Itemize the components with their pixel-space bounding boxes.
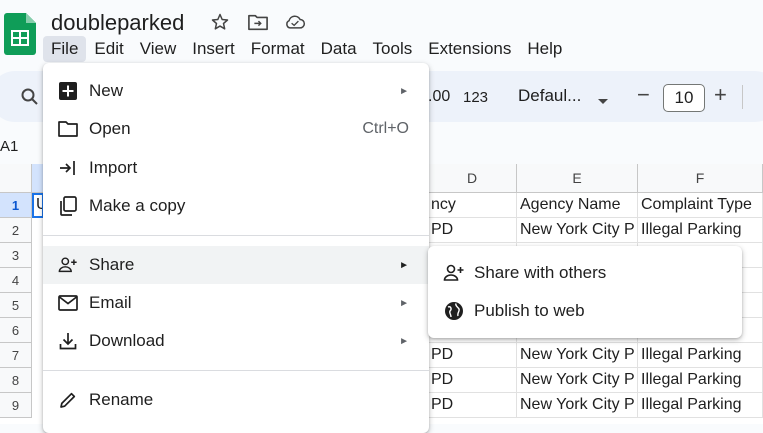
row-header[interactable]: 8 bbox=[0, 368, 32, 393]
menu-item-make-a-copy[interactable]: Make a copy bbox=[43, 187, 429, 225]
submenu-item-publish-to-web[interactable]: Publish to web bbox=[428, 292, 742, 330]
column-header-f[interactable]: F bbox=[638, 164, 763, 193]
row-header[interactable]: 5 bbox=[0, 293, 32, 318]
search-icon[interactable] bbox=[20, 87, 40, 107]
row-header[interactable]: 7 bbox=[0, 343, 32, 368]
submenu-arrow-icon: ► bbox=[399, 85, 409, 97]
row-header[interactable]: 9 bbox=[0, 393, 32, 418]
menu-item-share[interactable]: Share ► bbox=[43, 246, 429, 284]
add-person-icon bbox=[58, 255, 78, 275]
shortcut-label: Ctrl+O bbox=[362, 120, 409, 137]
star-icon[interactable] bbox=[209, 11, 231, 33]
menu-data[interactable]: Data bbox=[313, 36, 365, 62]
table-cell[interactable]: New York City P bbox=[517, 343, 638, 368]
menu-item-label: Rename bbox=[89, 390, 154, 409]
table-cell[interactable]: PD bbox=[428, 368, 517, 393]
chevron-down-icon[interactable] bbox=[597, 93, 609, 104]
table-cell[interactable]: Illegal Parking bbox=[638, 343, 763, 368]
menu-item-label: Make a copy bbox=[89, 196, 186, 215]
menu-help[interactable]: Help bbox=[519, 36, 570, 62]
submenu-arrow-icon: ► bbox=[399, 297, 409, 309]
menu-edit[interactable]: Edit bbox=[86, 36, 131, 62]
menu-item-open[interactable]: Open Ctrl+O bbox=[43, 110, 429, 148]
file-menu: New ► Open Ctrl+O Import Make a copy Sha… bbox=[43, 63, 429, 433]
font-family-select[interactable]: Defaul... bbox=[518, 86, 581, 106]
row-header[interactable]: 4 bbox=[0, 268, 32, 293]
menu-divider bbox=[43, 370, 429, 371]
submenu-item-label: Share with others bbox=[474, 263, 607, 282]
font-size-input[interactable]: 10 bbox=[663, 84, 705, 112]
submenu-item-share-with-others[interactable]: Share with others bbox=[428, 254, 742, 292]
import-icon bbox=[58, 158, 78, 178]
row-header[interactable]: 3 bbox=[0, 243, 32, 268]
table-cell[interactable]: PD bbox=[428, 218, 517, 243]
menu-item-email[interactable]: Email ► bbox=[43, 284, 429, 322]
row-header[interactable]: 6 bbox=[0, 318, 32, 343]
menu-format[interactable]: Format bbox=[243, 36, 313, 62]
menu-divider bbox=[43, 235, 429, 236]
menu-item-rename[interactable]: Rename bbox=[43, 381, 429, 419]
menu-tools[interactable]: Tools bbox=[365, 36, 421, 62]
number-format-button[interactable]: 123 bbox=[463, 89, 488, 106]
table-cell[interactable]: Illegal Parking bbox=[638, 393, 763, 418]
submenu-item-label: Publish to web bbox=[474, 301, 585, 320]
menu-item-label: Share bbox=[89, 255, 135, 274]
menu-file[interactable]: File bbox=[43, 36, 87, 62]
menu-extensions[interactable]: Extensions bbox=[420, 36, 519, 62]
globe-icon bbox=[443, 301, 465, 321]
menu-item-new[interactable]: New ► bbox=[43, 72, 429, 110]
decrease-font-size-button[interactable]: − bbox=[637, 84, 650, 106]
toolbar-divider bbox=[742, 85, 743, 109]
table-cell[interactable]: PD bbox=[428, 343, 517, 368]
increase-decimal-button[interactable]: .00 bbox=[428, 88, 450, 106]
download-icon bbox=[58, 331, 78, 351]
name-box[interactable]: A1 bbox=[0, 138, 18, 155]
table-cell[interactable]: ncy bbox=[428, 193, 517, 218]
mail-icon bbox=[58, 293, 78, 313]
menu-item-label: Open bbox=[89, 119, 131, 138]
column-header-d[interactable]: D bbox=[428, 164, 517, 193]
share-submenu: Share with others Publish to web bbox=[428, 246, 742, 338]
row-header[interactable]: 1 bbox=[0, 193, 32, 218]
sheets-logo-icon[interactable] bbox=[4, 13, 36, 55]
document-title[interactable]: doubleparked bbox=[51, 10, 184, 36]
table-cell[interactable]: Complaint Type bbox=[638, 193, 763, 218]
move-to-folder-icon[interactable] bbox=[247, 11, 269, 33]
increase-font-size-button[interactable]: + bbox=[714, 84, 727, 106]
column-header-e[interactable]: E bbox=[517, 164, 638, 193]
select-all-corner[interactable] bbox=[0, 164, 32, 193]
table-cell[interactable]: Agency Name bbox=[517, 193, 638, 218]
menu-insert[interactable]: Insert bbox=[184, 36, 243, 62]
menu-view[interactable]: View bbox=[132, 36, 185, 62]
table-cell[interactable]: New York City P bbox=[517, 393, 638, 418]
row-header[interactable]: 2 bbox=[0, 218, 32, 243]
menu-item-label: Import bbox=[89, 158, 138, 177]
menu-item-download[interactable]: Download ► bbox=[43, 322, 429, 360]
menu-item-import[interactable]: Import bbox=[43, 149, 429, 187]
menu-bar: File Edit View Insert Format Data Tools … bbox=[43, 36, 570, 62]
new-sheet-icon bbox=[58, 81, 78, 101]
cloud-status-icon[interactable] bbox=[284, 11, 306, 33]
folder-icon bbox=[58, 119, 78, 139]
submenu-arrow-icon: ► bbox=[399, 335, 409, 347]
copy-icon bbox=[58, 196, 78, 216]
table-cell[interactable]: Illegal Parking bbox=[638, 368, 763, 393]
submenu-arrow-icon: ► bbox=[399, 259, 409, 271]
table-cell[interactable]: New York City P bbox=[517, 368, 638, 393]
menu-item-label: Email bbox=[89, 293, 132, 312]
menu-item-label: New bbox=[89, 81, 124, 100]
table-cell[interactable]: New York City P bbox=[517, 218, 638, 243]
menu-item-label: Download bbox=[89, 331, 165, 350]
pencil-icon bbox=[58, 390, 78, 410]
table-cell[interactable]: Illegal Parking bbox=[638, 218, 763, 243]
add-person-icon bbox=[443, 263, 465, 283]
table-cell[interactable]: PD bbox=[428, 393, 517, 418]
